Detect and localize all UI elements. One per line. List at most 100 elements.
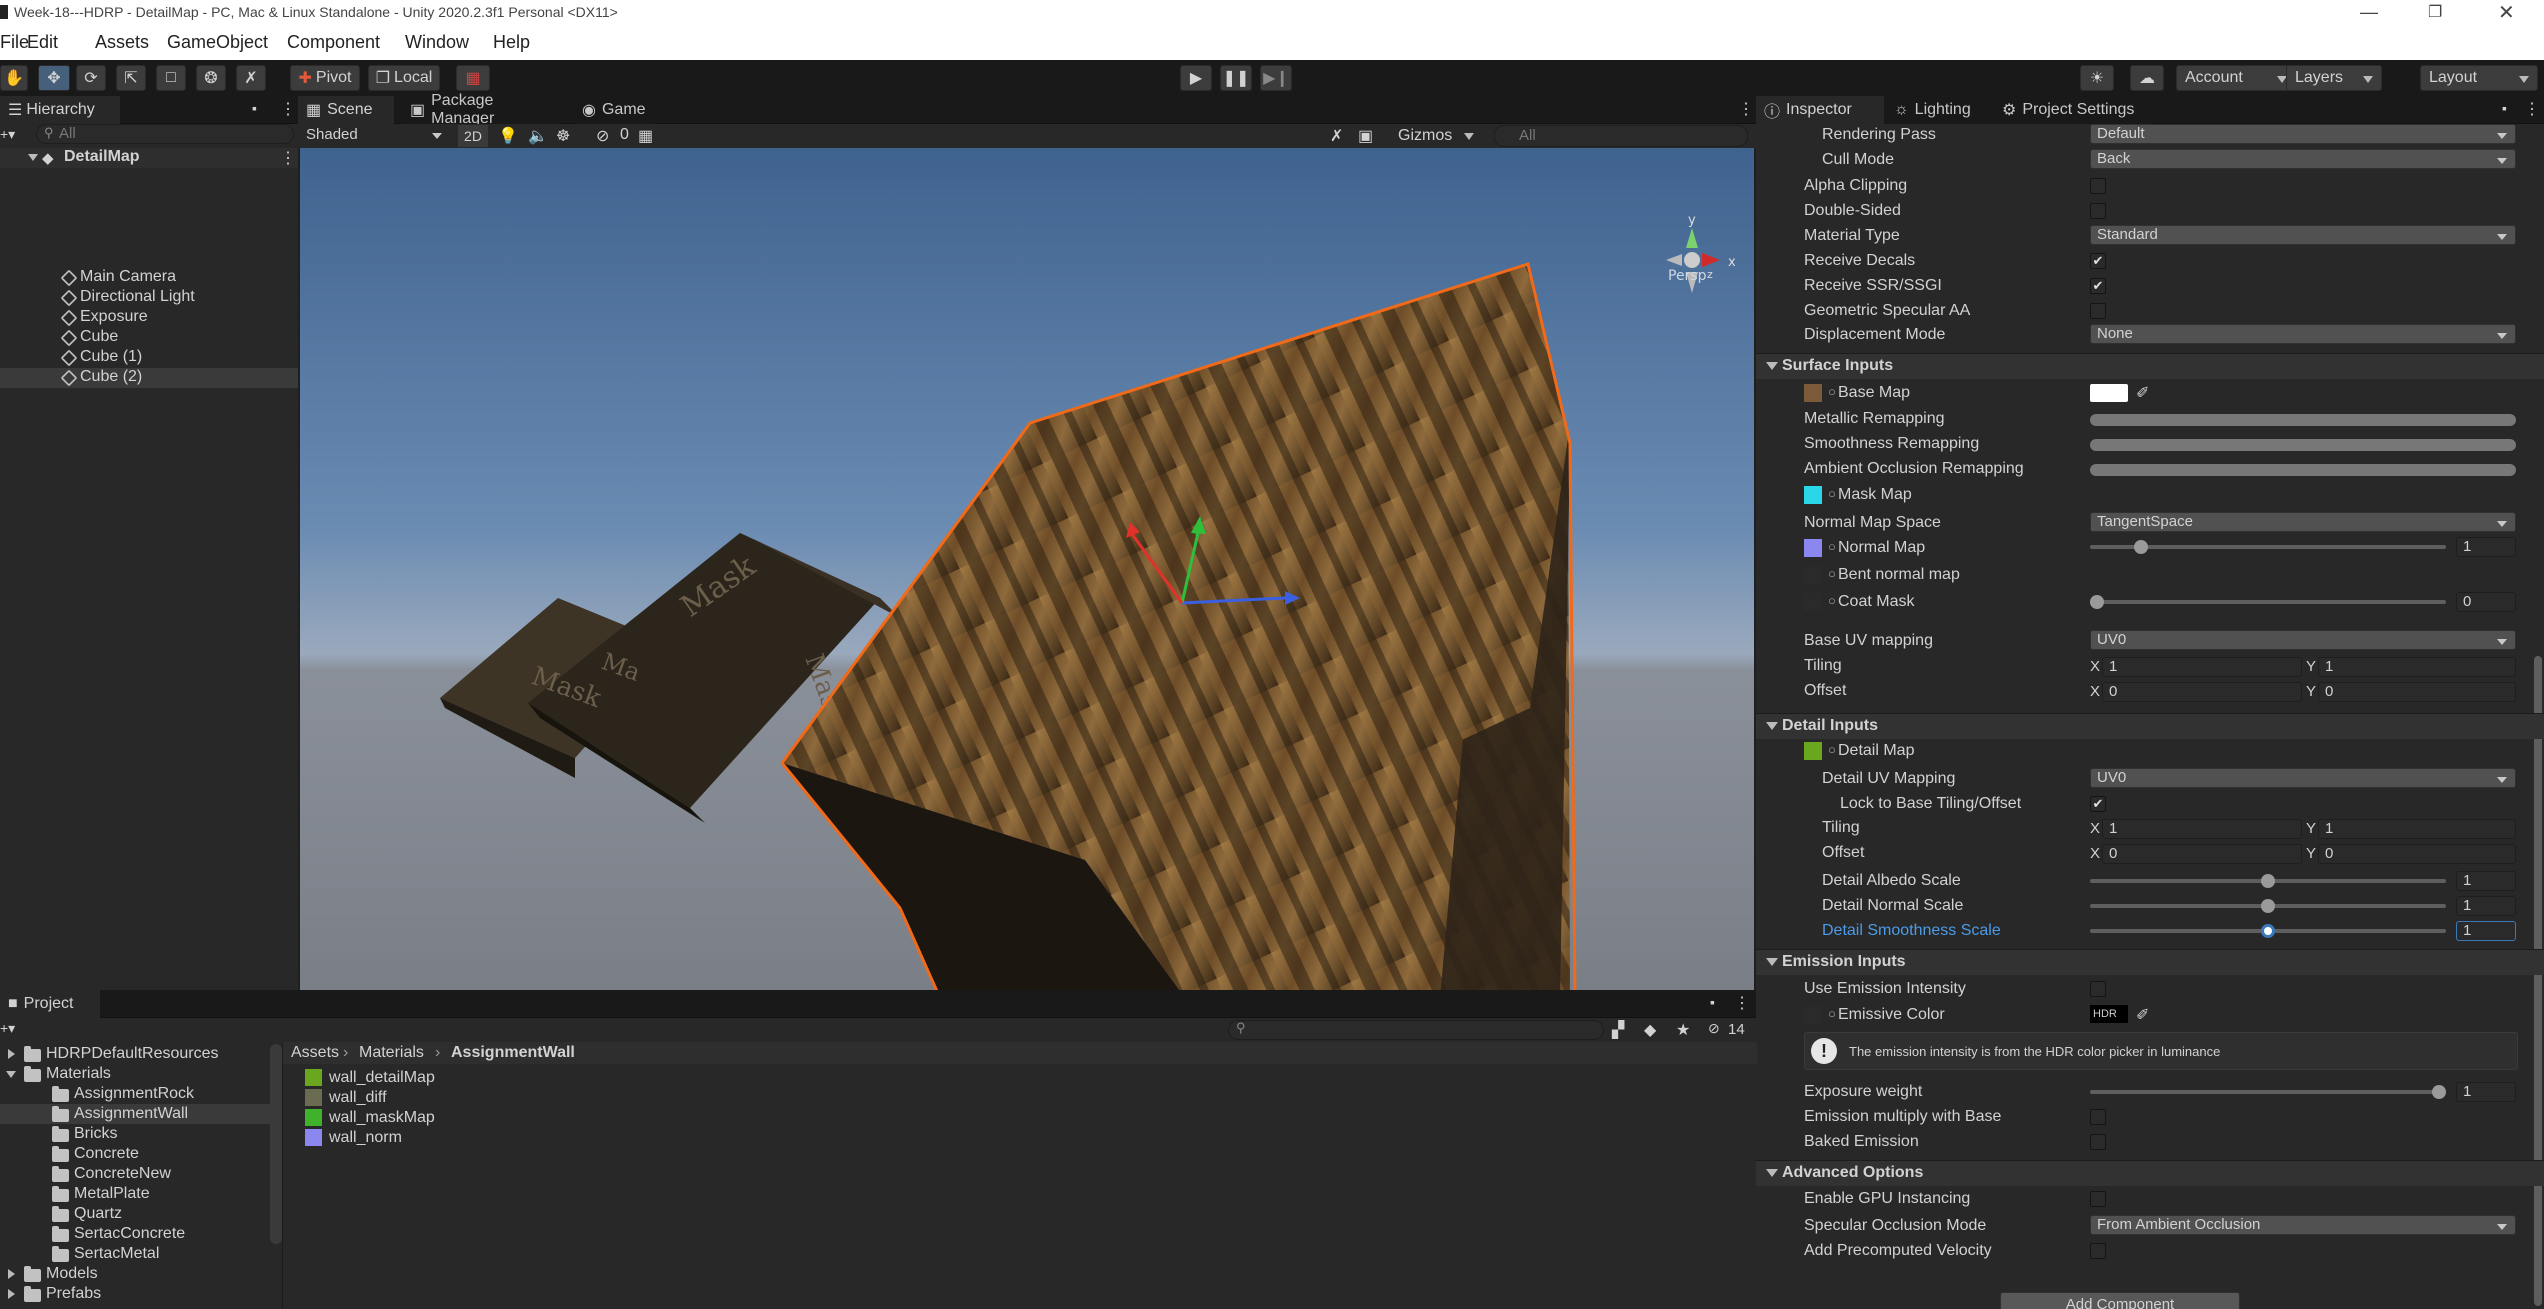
maximize-icon[interactable]: ❐ <box>2428 2 2442 22</box>
property-checkbox[interactable] <box>2090 1134 2106 1150</box>
y-field[interactable]: 1 <box>2318 819 2516 839</box>
property-dropdown[interactable]: Default <box>2090 124 2516 144</box>
property-checkbox[interactable] <box>2090 1191 2106 1207</box>
section-detail-inputs[interactable]: Detail Inputs <box>1756 713 2544 739</box>
expand-icon[interactable] <box>1766 362 1778 370</box>
tree-item[interactable]: Models <box>0 1264 270 1284</box>
scene-row[interactable]: ◆ DetailMap ⋮ <box>0 148 298 168</box>
menu-window[interactable]: Window <box>405 32 469 53</box>
menu-component[interactable]: Component <box>287 32 380 53</box>
slider-value[interactable]: 1 <box>2456 871 2516 891</box>
filter-label-icon[interactable]: ◆ <box>1644 1020 1656 1040</box>
texture-slot-icon[interactable] <box>1804 566 1822 584</box>
base-color-swatch[interactable] <box>2090 384 2128 402</box>
lock-icon[interactable]: ▪ <box>252 100 257 116</box>
tab-project[interactable]: ■ Project <box>0 990 100 1018</box>
cube-selected[interactable] <box>780 262 1577 990</box>
tools-icon[interactable]: ✗ <box>1330 126 1343 146</box>
menu-edit[interactable]: Edit <box>27 32 58 53</box>
asset-item[interactable]: wall_maskMap <box>305 1108 605 1128</box>
x-field[interactable]: 0 <box>2102 844 2302 864</box>
menu-dots-icon[interactable]: ⋮ <box>1734 993 1750 1013</box>
picker-icon[interactable]: ○ <box>1828 539 1836 554</box>
expand-icon[interactable] <box>6 1071 16 1078</box>
move-tool-icon[interactable]: ✥ <box>38 65 70 91</box>
tab-scene[interactable]: ▦ Scene <box>298 96 394 124</box>
tab-inspector[interactable]: ⓘ Inspector <box>1756 96 1884 124</box>
picker-icon[interactable]: ○ <box>1828 593 1836 608</box>
tree-item[interactable]: Bricks <box>0 1124 270 1144</box>
collapse-icon[interactable] <box>8 1289 15 1299</box>
slider-value[interactable]: 0 <box>2456 592 2516 612</box>
property-dropdown[interactable]: TangentSpace <box>2090 512 2516 532</box>
tab-project-settings[interactable]: ⚙ Project Settings <box>1994 96 2152 124</box>
slider-handle[interactable] <box>2261 899 2275 913</box>
range-slider[interactable] <box>2090 464 2516 476</box>
hierarchy-item[interactable]: Directional Light <box>0 288 298 308</box>
eyedropper-icon[interactable]: ✐ <box>2136 1005 2149 1025</box>
menu-dots-icon[interactable]: ⋮ <box>280 148 296 168</box>
expand-icon[interactable] <box>1766 958 1778 966</box>
emissive-color-swatch[interactable]: HDR <box>2090 1005 2128 1023</box>
hidden-objects-icon[interactable]: ⊘ <box>596 126 609 146</box>
property-dropdown[interactable]: UV0 <box>2090 768 2516 788</box>
rect-tool-icon[interactable]: □ <box>156 65 186 91</box>
tree-item[interactable]: AssignmentWall <box>0 1104 270 1124</box>
property-dropdown[interactable]: UV0 <box>2090 630 2516 650</box>
layout-dropdown[interactable]: Layout <box>2420 65 2538 91</box>
slider-track[interactable] <box>2090 924 2446 938</box>
texture-slot-icon[interactable] <box>1804 1006 1822 1024</box>
hierarchy-item[interactable]: Cube <box>0 328 298 348</box>
asset-item[interactable]: wall_detailMap <box>305 1068 605 1088</box>
property-dropdown[interactable]: Back <box>2090 149 2516 169</box>
property-dropdown[interactable]: Standard <box>2090 225 2516 245</box>
property-checkbox[interactable] <box>2090 1243 2106 1259</box>
menu-dots-icon[interactable]: ⋮ <box>280 99 296 119</box>
filter-type-icon[interactable]: ▞ <box>1612 1020 1624 1040</box>
hierarchy-item[interactable]: Main Camera <box>0 268 298 288</box>
tree-scrollbar[interactable] <box>270 1044 282 1244</box>
y-field[interactable]: 0 <box>2318 682 2516 702</box>
y-field[interactable]: 0 <box>2318 844 2516 864</box>
expand-icon[interactable] <box>28 154 38 161</box>
slider-value[interactable]: 1 <box>2456 896 2516 916</box>
add-icon[interactable]: +▾ <box>0 1020 15 1037</box>
tree-item[interactable]: MetalPlate <box>0 1184 270 1204</box>
mode-2d-toggle[interactable]: 2D <box>458 125 488 147</box>
slider-track[interactable] <box>2090 540 2446 554</box>
slider-value[interactable]: 1 <box>2456 537 2516 557</box>
expand-icon[interactable] <box>1766 1169 1778 1177</box>
tab-game[interactable]: ◉ Game <box>574 96 654 124</box>
breadcrumb-materials[interactable]: Materials <box>359 1044 424 1062</box>
property-checkbox[interactable]: ✔ <box>2090 796 2106 812</box>
texture-slot-icon[interactable] <box>1804 593 1822 611</box>
eyedropper-icon[interactable]: ✐ <box>2136 383 2149 403</box>
property-checkbox[interactable] <box>2090 178 2106 194</box>
tree-item[interactable]: Prefabs <box>0 1284 270 1304</box>
hierarchy-item[interactable]: Cube (1) <box>0 348 298 368</box>
tree-item[interactable]: Concrete <box>0 1144 270 1164</box>
effects-icon[interactable]: ☸ <box>556 126 570 146</box>
tab-hierarchy[interactable]: ☰ Hierarchy <box>0 96 120 124</box>
x-field[interactable]: 1 <box>2102 657 2302 677</box>
expand-icon[interactable] <box>1766 722 1778 730</box>
property-checkbox[interactable]: ✔ <box>2090 253 2106 269</box>
section-advanced-options[interactable]: Advanced Options <box>1756 1160 2544 1186</box>
tab-lighting[interactable]: ☼ Lighting <box>1886 96 1996 124</box>
breadcrumb-current[interactable]: AssignmentWall <box>451 1044 575 1062</box>
property-dropdown[interactable]: None <box>2090 324 2516 344</box>
lock-icon[interactable]: ▪ <box>1710 994 1715 1010</box>
tree-item[interactable]: Materials <box>0 1064 270 1084</box>
lighting-icon[interactable]: 💡 <box>498 126 518 146</box>
menu-dots-icon[interactable]: ⋮ <box>2524 99 2540 119</box>
menu-dots-icon[interactable]: ⋮ <box>1738 99 1754 119</box>
grid-toggle-icon[interactable]: ▦ <box>638 126 653 146</box>
tree-item[interactable]: SertacConcrete <box>0 1224 270 1244</box>
slider-track[interactable] <box>2090 1085 2446 1099</box>
texture-slot-icon[interactable] <box>1804 742 1822 760</box>
slider-track[interactable] <box>2090 899 2446 913</box>
rotate-tool-icon[interactable]: ⟳ <box>76 65 106 91</box>
y-field[interactable]: 1 <box>2318 657 2516 677</box>
property-dropdown[interactable]: From Ambient Occlusion <box>2090 1215 2516 1235</box>
slider-handle[interactable] <box>2261 924 2275 938</box>
